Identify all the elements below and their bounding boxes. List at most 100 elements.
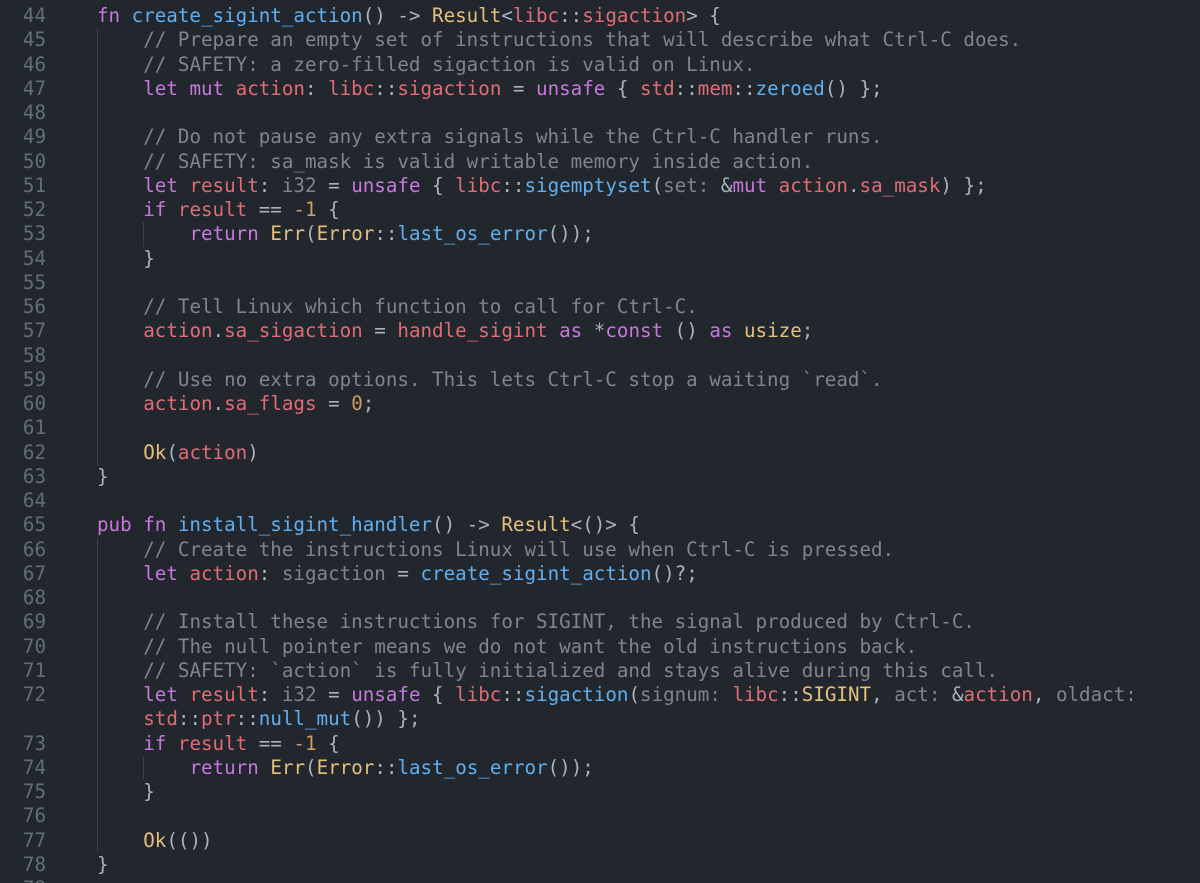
token-var: sa_sigaction <box>224 319 363 343</box>
code-content: } <box>143 247 155 271</box>
token-func: last_os_error <box>397 222 548 246</box>
code-line[interactable]: 47 let mut action: libc::sigaction = unsa… <box>0 76 1200 101</box>
token-var: libc <box>455 173 502 197</box>
indent-guide <box>97 76 98 101</box>
token-punct: () }; <box>824 76 883 100</box>
code-content: // SAFETY: a zero-filled sigaction is va… <box>143 53 755 77</box>
code-line[interactable]: 62 Ok(action) <box>0 440 1200 465</box>
code-line[interactable]: 50 // SAFETY: sa_mask is valid writable m… <box>0 149 1200 174</box>
code-line[interactable]: 48 <box>0 101 1200 126</box>
code-content: } <box>97 853 109 877</box>
token-param: oldact: <box>1055 683 1137 706</box>
code-line[interactable]: 64 <box>0 489 1200 513</box>
code-line[interactable]: 44 fn create_sigint_action() -> Result<li… <box>0 4 1200 28</box>
code-line[interactable]: 58 <box>0 343 1200 368</box>
code-line[interactable]: 69 // Install these instructions for SIGI… <box>0 610 1200 635</box>
line-number: 74 <box>22 755 46 779</box>
token-keyword: return <box>189 222 271 246</box>
code-line[interactable]: 66 // Create the instructions Linux will … <box>0 537 1200 562</box>
line-number: 72 <box>22 683 46 706</box>
token-punct: () -> <box>432 513 502 537</box>
token-punct: , <box>1032 683 1056 706</box>
line-number: 57 <box>22 319 46 343</box>
token-punct: :: <box>559 4 583 27</box>
token-var: sigaction <box>397 76 502 100</box>
code-content: if result == -1 { <box>143 732 339 756</box>
code-line[interactable]: 52 if result == -1 { <box>0 198 1200 223</box>
code-line[interactable]: 60 action.sa_flags = 0; <box>0 392 1200 417</box>
code-line[interactable]: 76 <box>0 804 1200 829</box>
line-number: 44 <box>22 4 46 27</box>
token-punct: ( <box>305 222 317 246</box>
code-line[interactable]: 65 pub fn install_sigint_handler() -> Res… <box>0 513 1200 537</box>
line-number: 77 <box>22 828 46 852</box>
code-content: action.sa_sigaction = handle_sigint as *… <box>143 319 813 343</box>
code-line[interactable]: std::ptr::null_mut()) }; <box>0 707 1200 732</box>
code-line[interactable]: 79 <box>0 877 1200 883</box>
code-editor[interactable]: 44 fn create_sigint_action() -> Result<li… <box>0 0 1200 883</box>
code-line[interactable]: 68 <box>0 586 1200 611</box>
code-line[interactable]: 51 let result: i32 = unsafe { libc::sigem… <box>0 173 1200 198</box>
indent-guide <box>97 537 98 562</box>
code-line[interactable]: 61 <box>0 416 1200 441</box>
indent-guide <box>97 440 98 465</box>
token-func: sigaction <box>524 683 629 706</box>
token-punct: :: <box>674 76 698 100</box>
token-type: Ok <box>143 828 167 852</box>
token-type: Result <box>432 4 502 27</box>
token-punct: > { <box>686 4 721 27</box>
code-line[interactable]: 63} <box>0 465 1200 489</box>
token-punct: ()?; <box>651 561 698 585</box>
token-keyword: unsafe <box>351 683 421 706</box>
token-var: result <box>177 198 248 221</box>
code-line[interactable]: 75} <box>0 780 1200 805</box>
token-param: sigaction <box>281 561 386 585</box>
code-line[interactable]: 57 action.sa_sigaction = handle_sigint as… <box>0 319 1200 344</box>
token-punct: :: <box>235 707 259 731</box>
token-punct: ()); <box>547 222 594 246</box>
code-line[interactable]: 53 return Err(Error::last_os_error()); <box>0 222 1200 247</box>
indent-guide <box>97 319 98 344</box>
line-number: 55 <box>22 270 46 294</box>
token-comment: // Tell Linux which function to call for… <box>143 295 698 318</box>
line-number: 79 <box>0 877 46 883</box>
code-content: return Err(Error::last_os_error()); <box>189 222 593 246</box>
code-line[interactable]: 71 // SAFETY: `action` is fully initializ… <box>0 658 1200 683</box>
code-line[interactable]: 72 let result: i32 = unsafe { libc::sigac… <box>0 683 1200 708</box>
code-line[interactable]: 73 if result == -1 { <box>0 731 1200 756</box>
code-content: // SAFETY: sa_mask is valid writable mem… <box>143 150 813 174</box>
line-number: 66 <box>22 537 46 561</box>
token-param: signum: <box>640 683 733 706</box>
code-line[interactable]: 45 // Prepare an empty set of instruction… <box>0 28 1200 53</box>
code-line[interactable]: 55 <box>0 270 1200 295</box>
code-line[interactable]: 74 return Err(Error::last_os_error()); <box>0 755 1200 780</box>
token-punct: < <box>501 4 513 27</box>
line-number: 47 <box>22 76 46 100</box>
indent-guide <box>97 270 98 295</box>
code-line[interactable]: 77 Ok(()) <box>0 828 1200 853</box>
token-type: Result <box>501 513 571 537</box>
line-number: 58 <box>22 343 46 367</box>
code-line[interactable]: 59 // Use no extra options. This lets Ctr… <box>0 367 1200 392</box>
token-func: create_sigint_action <box>131 4 363 27</box>
indent-guide <box>97 343 98 368</box>
token-punct: ( <box>628 683 641 706</box>
code-line[interactable]: 54} <box>0 246 1200 271</box>
token-punct: () -> <box>362 4 433 27</box>
indent-guide <box>97 149 98 174</box>
token-func: zeroed <box>755 76 825 100</box>
code-content: // Install these instructions for SIGINT… <box>143 610 975 634</box>
code-line[interactable]: 49 // Do not pause any extra signals whil… <box>0 125 1200 150</box>
code-line[interactable]: 46 // SAFETY: a zero-filled sigaction is … <box>0 52 1200 77</box>
code-line[interactable]: 67 let action: sigaction = create_sigint_… <box>0 561 1200 586</box>
code-content: return Err(Error::last_os_error()); <box>189 756 593 780</box>
indent-guide <box>97 101 98 126</box>
token-punct: ) <box>247 440 259 464</box>
code-line[interactable]: 56 // Tell Linux which function to call f… <box>0 295 1200 320</box>
code-content: } <box>97 465 109 489</box>
token-type: Err <box>270 755 305 779</box>
code-line[interactable]: 70 // The null pointer means we do not wa… <box>0 634 1200 659</box>
token-punct: ) }; <box>940 173 987 197</box>
code-line[interactable]: 78} <box>0 853 1200 877</box>
line-number: 49 <box>22 125 46 149</box>
